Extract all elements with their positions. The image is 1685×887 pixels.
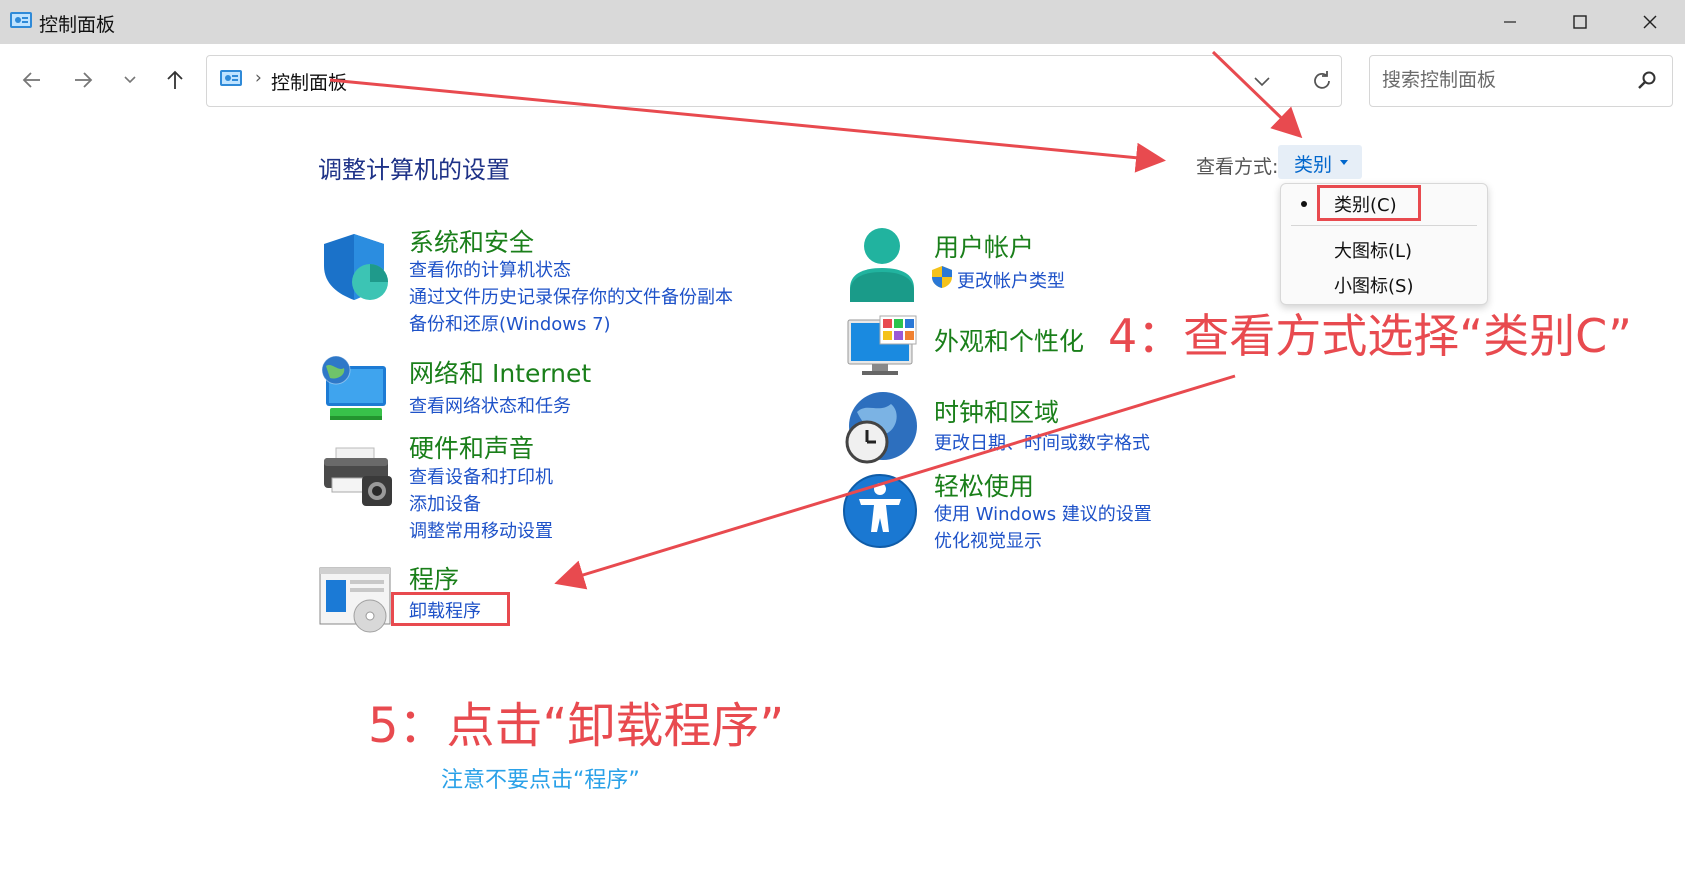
menu-item-label: 大图标(L) [1334,241,1413,262]
annotation-step-5: 5：点击“卸载程序” [368,698,785,754]
search-box[interactable] [1369,55,1673,107]
refresh-button[interactable] [1307,66,1337,96]
menu-item-label: 小图标(S) [1334,276,1414,297]
title-bar: 控制面板 [0,0,1685,44]
link-file-history[interactable]: 通过文件历史记录保存你的文件备份副本 [409,283,733,309]
minimize-icon [1504,21,1516,23]
recent-locations-button[interactable] [112,62,148,98]
category-system-security[interactable]: 系统和安全 [409,223,534,259]
monitor-icon[interactable] [846,314,918,382]
category-programs[interactable]: 程序 [409,560,459,596]
caret-down-icon [1340,160,1348,165]
link-date-time-format[interactable]: 更改日期、时间或数字格式 [934,429,1150,455]
link-check-computer-status[interactable]: 查看你的计算机状态 [409,256,571,282]
address-history-button[interactable] [1247,66,1277,96]
page-title: 调整计算机的设置 [318,156,510,184]
link-mobility-settings[interactable]: 调整常用移动设置 [409,517,553,543]
menu-item-category[interactable]: 类别(C) [1281,185,1487,221]
search-icon[interactable] [1636,70,1658,92]
close-icon [1643,15,1657,29]
category-user-accounts[interactable]: 用户帐户 [934,228,1034,264]
category-network-internet[interactable]: 网络和 Internet [409,354,591,390]
control-panel-icon [219,69,243,89]
uac-shield-icon [931,265,953,293]
programs-icon[interactable] [318,566,392,638]
network-globe-icon[interactable] [318,352,392,430]
forward-arrow-icon [75,72,93,88]
chevron-down-icon [1254,77,1270,87]
link-optimize-visual-display[interactable]: 优化视觉显示 [934,527,1042,553]
forward-button[interactable] [65,62,101,98]
menu-item-label: 类别(C) [1334,195,1397,216]
close-button[interactable] [1615,0,1685,44]
link-change-account-type[interactable]: 更改帐户类型 [957,267,1065,293]
breadcrumb[interactable]: 控制面板 [271,68,347,95]
category-clock-region[interactable]: 时钟和区域 [934,393,1059,429]
view-by-dropdown[interactable]: 类别 [1278,145,1362,179]
view-by-label: 查看方式: [1196,156,1279,178]
chevron-down-icon [124,76,136,84]
link-network-status[interactable]: 查看网络状态和任务 [409,392,571,418]
window-title: 控制面板 [39,14,116,36]
back-button[interactable] [14,62,50,98]
maximize-icon [1573,15,1587,29]
minimize-button[interactable] [1475,0,1545,44]
address-bar[interactable]: › 控制面板 [206,55,1342,107]
maximize-button[interactable] [1545,0,1615,44]
up-button[interactable] [157,62,193,98]
menu-divider [1291,225,1477,226]
annotation-highlight-box [391,592,510,626]
refresh-icon [1314,71,1330,89]
up-arrow-icon [167,70,183,89]
selected-bullet-icon [1301,201,1307,207]
link-add-device[interactable]: 添加设备 [409,490,481,516]
clock-globe-icon[interactable] [843,390,919,470]
category-ease-of-access[interactable]: 轻松使用 [934,467,1034,503]
printer-icon[interactable] [322,446,394,514]
link-backup-restore[interactable]: 备份和还原(Windows 7) [409,310,611,336]
link-recommended-settings[interactable]: 使用 Windows 建议的设置 [934,500,1152,526]
category-hardware-sound[interactable]: 硬件和声音 [409,429,534,465]
breadcrumb-separator-icon: › [255,68,262,88]
back-arrow-icon [22,72,40,88]
menu-item-small-icons[interactable]: 小图标(S) [1281,266,1487,300]
search-input[interactable] [1380,68,1624,92]
annotation-note: 注意不要点击“程序” [441,768,640,793]
menu-item-large-icons[interactable]: 大图标(L) [1281,231,1487,265]
annotation-step-4: 4：查看方式选择“类别C” [1108,309,1632,363]
accessibility-icon[interactable] [843,474,917,552]
shield-icon[interactable] [320,230,392,306]
user-icon[interactable] [847,226,917,306]
view-by-value: 类别 [1294,154,1333,176]
control-panel-app-icon [9,11,33,31]
view-by-menu: 类别(C) 大图标(L) 小图标(S) [1280,183,1488,305]
category-appearance[interactable]: 外观和个性化 [934,322,1084,358]
link-devices-printers[interactable]: 查看设备和打印机 [409,463,553,489]
